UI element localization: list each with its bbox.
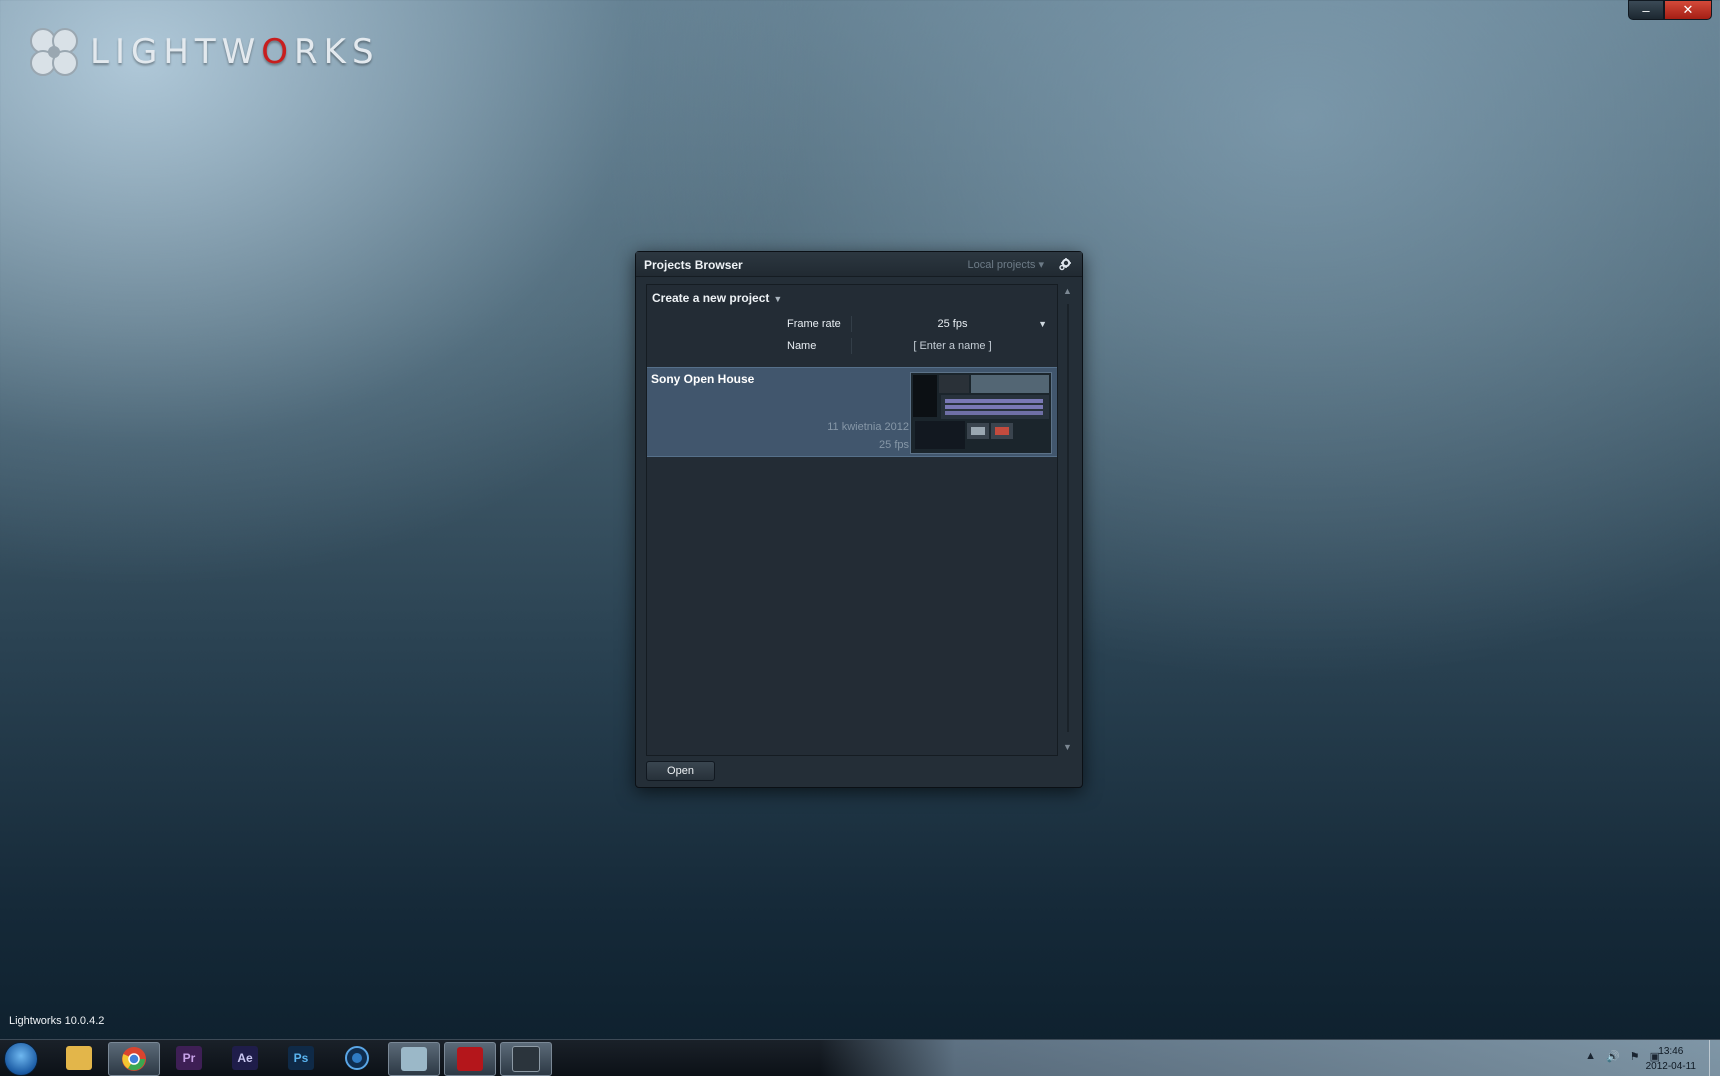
row-divider — [851, 316, 852, 332]
taskbar-after-effects[interactable]: Ae — [220, 1042, 270, 1074]
row-divider — [851, 338, 852, 354]
frame-rate-row: Frame rate 25 fps ▼ — [647, 314, 1057, 334]
lightworks-logo-icon — [30, 28, 78, 76]
notes-icon — [401, 1047, 427, 1071]
folder-icon — [66, 1046, 92, 1070]
minimize-button[interactable]: – — [1628, 0, 1664, 20]
taskbar-chrome[interactable] — [108, 1042, 160, 1076]
name-row: Name [ Enter a name ] — [647, 336, 1057, 356]
taskbar-explorer[interactable] — [54, 1042, 104, 1074]
photoshop-icon: Ps — [288, 1046, 314, 1070]
show-desktop-button[interactable] — [1709, 1040, 1720, 1076]
scroll-down-arrow-icon[interactable]: ▼ — [1063, 742, 1072, 752]
create-project-toggle[interactable]: Create a new project ▼ — [652, 291, 782, 305]
window-controls: – ✕ — [1628, 0, 1712, 20]
frame-rate-label: Frame rate — [787, 318, 841, 330]
projects-list[interactable]: Create a new project ▼ Frame rate 25 fps … — [646, 284, 1058, 756]
project-thumbnail — [910, 372, 1052, 454]
project-card[interactable]: Sony Open House 11 kwietnia 2012 25 fps — [647, 367, 1057, 457]
chrome-icon — [122, 1047, 146, 1071]
lightworks-logo: LIGHTWORKS — [26, 24, 380, 80]
project-date: 11 kwietnia 2012 — [827, 421, 909, 433]
taskbar-notes[interactable] — [388, 1042, 440, 1076]
close-button[interactable]: ✕ — [1664, 0, 1712, 20]
project-title: Sony Open House — [651, 372, 755, 386]
taskbar-lightworks[interactable] — [500, 1042, 552, 1076]
scroll-up-arrow-icon[interactable]: ▲ — [1063, 286, 1072, 296]
lightworks-wordmark: LIGHTWORKS — [90, 32, 380, 72]
scroll-track[interactable] — [1067, 304, 1069, 732]
taskbar-premiere[interactable]: Pr — [164, 1042, 214, 1074]
tray-expand-icon[interactable]: ▲ — [1585, 1050, 1596, 1063]
open-button[interactable]: Open — [646, 761, 715, 781]
projects-scrollbar[interactable]: ▲ ▼ — [1060, 284, 1076, 754]
taskbar-photoshop[interactable]: Ps — [276, 1042, 326, 1074]
gear-icon[interactable] — [1058, 257, 1072, 271]
create-project-label: Create a new project — [652, 291, 770, 305]
taskbar-camera-app[interactable] — [332, 1042, 382, 1074]
taskbar: Pr Ae Ps ▲ 🔊 ⚑ ▣ 13:46 2012-04-11 — [0, 1039, 1720, 1076]
name-label: Name — [787, 340, 817, 352]
project-name-input[interactable]: [ Enter a name ] — [855, 340, 1050, 352]
camera-icon — [345, 1046, 369, 1070]
start-button[interactable] — [4, 1042, 38, 1076]
project-frame-rate: 25 fps — [879, 439, 909, 451]
film-icon — [512, 1046, 540, 1072]
dropdown-arrow-icon[interactable]: ▼ — [1038, 319, 1047, 329]
chevron-down-icon: ▼ — [773, 294, 783, 304]
project-source-dropdown[interactable]: Local projects ▾ — [968, 258, 1044, 271]
frame-rate-select[interactable]: 25 fps — [855, 318, 1050, 330]
premiere-icon: Pr — [176, 1046, 202, 1070]
panel-title: Projects Browser — [644, 258, 743, 272]
clock-time: 13:46 — [1658, 1046, 1684, 1057]
taskbar-clock[interactable]: 13:46 2012-04-11 — [1646, 1044, 1696, 1074]
projects-browser-panel: Projects Browser Local projects ▾ Create… — [635, 251, 1083, 788]
acrobat-icon — [457, 1047, 483, 1071]
version-label: Lightworks 10.0.4.2 — [9, 1015, 105, 1027]
after-effects-icon: Ae — [232, 1046, 258, 1070]
volume-icon[interactable]: 🔊 — [1606, 1050, 1620, 1063]
flag-icon[interactable]: ⚑ — [1630, 1050, 1640, 1063]
taskbar-acrobat[interactable] — [444, 1042, 496, 1076]
clock-date: 2012-04-11 — [1645, 1061, 1696, 1072]
panel-header: Projects Browser Local projects ▾ — [636, 252, 1082, 277]
